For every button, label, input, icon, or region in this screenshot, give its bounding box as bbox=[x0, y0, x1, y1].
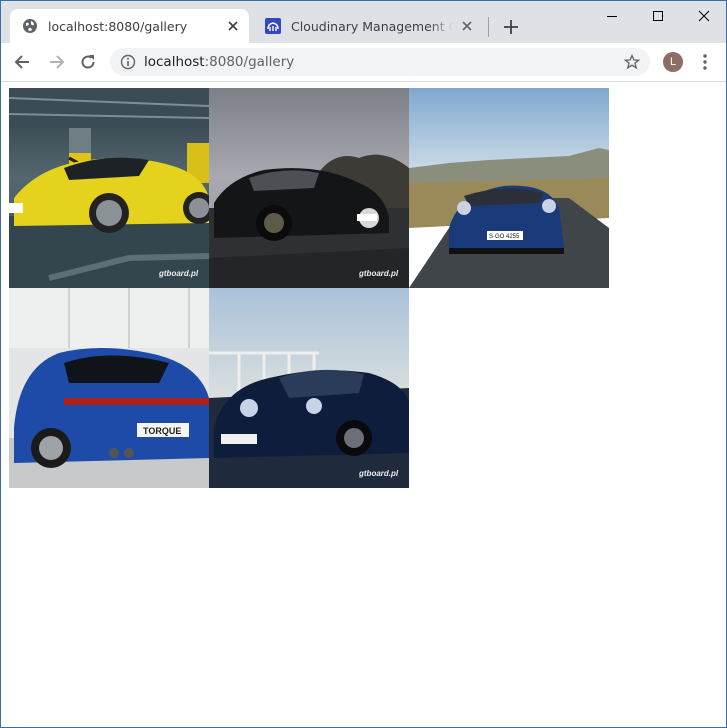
car-photo: gtboard.pl bbox=[209, 288, 409, 488]
url-path: :8080/gallery bbox=[204, 54, 295, 70]
globe-icon bbox=[23, 19, 37, 33]
car-photo: gtboard.pl bbox=[9, 88, 209, 288]
maximize-icon bbox=[653, 11, 663, 21]
browser-window: localhost:8080/gallery Cloudinary Manage… bbox=[0, 0, 727, 728]
watermark-text: TORQUE bbox=[143, 426, 181, 436]
address-bar[interactable]: localhost:8080/gallery bbox=[110, 48, 650, 76]
bookmark-star-icon[interactable] bbox=[624, 54, 640, 70]
tab-title: localhost:8080/gallery bbox=[48, 18, 188, 34]
url-text[interactable]: localhost:8080/gallery bbox=[144, 54, 294, 70]
back-arrow-icon[interactable] bbox=[13, 52, 33, 72]
watermark-text: S·GO 4255 bbox=[489, 234, 520, 240]
kebab-menu-icon[interactable] bbox=[697, 52, 713, 72]
url-host: localhost bbox=[144, 54, 205, 70]
new-tab-plus-icon[interactable] bbox=[501, 17, 521, 37]
page-content: gtboard.pl gtboard.pl S·GO 4255 TORQUE g… bbox=[1, 82, 726, 727]
watermark-text: gtboard.pl bbox=[358, 469, 399, 478]
close-icon bbox=[698, 10, 710, 22]
maximize-button[interactable] bbox=[635, 1, 681, 31]
gallery-image-dark-blue-track[interactable]: gtboard.pl bbox=[209, 288, 409, 488]
info-icon[interactable] bbox=[120, 54, 136, 70]
tab-title: Cloudinary Management Console - Med bbox=[291, 18, 453, 34]
gallery-image-blue-rear[interactable]: TORQUE bbox=[9, 288, 209, 488]
gallery-image-yellow-porsche[interactable]: gtboard.pl bbox=[9, 88, 209, 288]
gallery-image-blue-cabriolet[interactable]: S·GO 4255 bbox=[409, 88, 609, 288]
reload-icon[interactable] bbox=[78, 52, 98, 72]
cloudinary-icon bbox=[265, 18, 281, 34]
car-photo: S·GO 4255 bbox=[409, 88, 609, 288]
forward-arrow-icon[interactable] bbox=[46, 52, 66, 72]
minimize-icon bbox=[607, 16, 617, 17]
car-photo: TORQUE bbox=[9, 288, 209, 488]
tab-gallery[interactable]: localhost:8080/gallery bbox=[10, 9, 249, 43]
close-tab-icon[interactable] bbox=[225, 18, 241, 34]
tab-strip: localhost:8080/gallery Cloudinary Manage… bbox=[1, 1, 726, 43]
minimize-button[interactable] bbox=[589, 1, 635, 31]
browser-toolbar: localhost:8080/gallery L bbox=[1, 43, 726, 82]
tab-cloudinary[interactable]: Cloudinary Management Console - Med bbox=[253, 9, 483, 43]
tab-separator bbox=[488, 17, 489, 37]
car-photo: gtboard.pl bbox=[209, 88, 409, 288]
close-tab-icon[interactable] bbox=[459, 18, 475, 34]
gallery-image-black-porsche[interactable]: gtboard.pl bbox=[209, 88, 409, 288]
watermark-text: gtboard.pl bbox=[158, 269, 199, 278]
close-window-button[interactable] bbox=[681, 1, 726, 31]
watermark-text: gtboard.pl bbox=[358, 269, 399, 278]
profile-avatar[interactable]: L bbox=[663, 52, 683, 72]
